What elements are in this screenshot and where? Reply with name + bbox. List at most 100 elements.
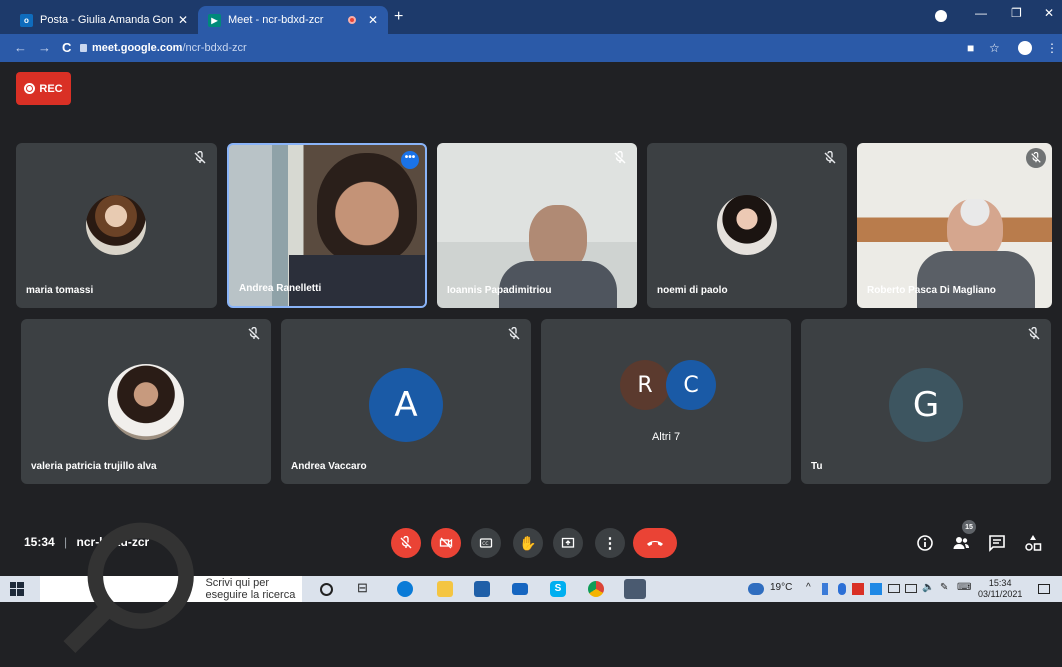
address-bar: ← → C meet.google.com/ncr-bdxd-zcr ■ ☆ ⋮: [0, 34, 1062, 62]
task-view-icon[interactable]: ⊟: [357, 580, 373, 596]
participant-video-body: [289, 255, 425, 306]
hang-up-icon: [647, 541, 663, 546]
close-tab-icon[interactable]: ✕: [178, 13, 188, 27]
camera-off-icon: [439, 537, 453, 549]
restore-button[interactable]: ❐: [1011, 6, 1022, 20]
mic-in-use-icon[interactable]: ✎: [940, 582, 948, 593]
chrome-icon[interactable]: [588, 581, 604, 597]
participant-avatar: [717, 195, 777, 255]
participant-avatar: [86, 195, 146, 255]
participant-name: maria tomassi: [26, 285, 94, 296]
mic-toggle-button[interactable]: [391, 528, 421, 558]
tab-meet[interactable]: ▶ Meet - ncr-bdxd-zcr ✕: [198, 6, 388, 34]
mail-icon[interactable]: [512, 583, 528, 595]
participant-name: noemi di paolo: [657, 285, 728, 296]
weather-temp: 19°C: [770, 582, 793, 593]
chrome-profile-icon[interactable]: [935, 10, 947, 22]
minimize-button[interactable]: —: [975, 6, 987, 20]
mic-off-icon: [508, 327, 520, 340]
present-screen-button[interactable]: [553, 528, 583, 558]
account-icon[interactable]: [1018, 41, 1032, 55]
notification-icon[interactable]: [1038, 584, 1050, 594]
participant-name: valeria patricia trujillo alva: [31, 461, 157, 472]
store-icon[interactable]: [474, 581, 490, 597]
participant-avatar-letter: R: [620, 360, 670, 410]
leave-call-button[interactable]: [633, 528, 677, 558]
recording-label: REC: [39, 82, 63, 95]
language-icon[interactable]: ⌨: [957, 582, 971, 593]
network-icon[interactable]: [905, 584, 917, 593]
mic-off-icon: [248, 327, 260, 340]
mic-off-icon: [614, 151, 626, 164]
camera-toggle-button[interactable]: [431, 528, 461, 558]
url-field[interactable]: meet.google.com/ncr-bdxd-zcr: [92, 42, 247, 54]
participant-name: Andrea Ranelletti: [239, 283, 322, 294]
participant-tile-self[interactable]: G Tu: [801, 319, 1051, 484]
participant-tile-andrea-vaccaro[interactable]: A Andrea Vaccaro: [281, 319, 531, 484]
tray-app-icon[interactable]: [852, 583, 864, 595]
hand-icon: ✋: [519, 534, 537, 551]
tray-app-icon[interactable]: [822, 583, 828, 595]
activities-icon[interactable]: [1024, 534, 1042, 552]
reload-button[interactable]: C: [62, 40, 71, 55]
participant-tile-roberto-pasca[interactable]: Roberto Pasca Di Magliano: [857, 143, 1052, 308]
tab-mail[interactable]: o Posta - Giulia Amanda Gonnella ✕: [10, 6, 198, 34]
participant-name: Andrea Vaccaro: [291, 461, 367, 472]
search-placeholder: Scrivi qui per eseguire la ricerca: [205, 577, 296, 601]
windows-start-icon[interactable]: [10, 582, 24, 596]
raise-hand-button[interactable]: ✋: [513, 528, 543, 558]
clock-date: 03/11/2021: [978, 589, 1023, 599]
active-app-icon[interactable]: [624, 579, 646, 599]
new-tab-button[interactable]: +: [394, 8, 403, 26]
participant-name: Tu: [811, 461, 823, 472]
tray-app-icon[interactable]: [870, 583, 882, 595]
participant-video-body: [917, 251, 1035, 308]
cortana-icon[interactable]: [320, 583, 333, 596]
meet-icon: ▶: [208, 13, 221, 27]
recording-indicator-icon: [347, 16, 356, 24]
participant-video: [317, 153, 417, 263]
more-options-button[interactable]: ⋮: [595, 528, 625, 558]
show-hidden-icons[interactable]: ^: [806, 582, 811, 593]
chrome-menu-icon[interactable]: ⋮: [1046, 41, 1058, 55]
more-options-icon[interactable]: •••: [401, 151, 419, 169]
people-icon[interactable]: [952, 534, 970, 552]
mic-off-icon: [1028, 327, 1040, 340]
bookmark-star-icon[interactable]: ☆: [989, 41, 1000, 55]
skype-icon[interactable]: S: [550, 581, 566, 597]
chat-icon[interactable]: [988, 534, 1006, 552]
participant-avatar-letter: C: [666, 360, 716, 410]
participant-tile-others[interactable]: R C Altri 7: [541, 319, 791, 484]
edge-icon[interactable]: [397, 581, 413, 597]
camera-in-use-icon[interactable]: ■: [967, 41, 974, 55]
participant-tile-noemi-di-paolo[interactable]: noemi di paolo: [647, 143, 847, 308]
clock-time: 15:34: [988, 578, 1012, 588]
taskbar-search-input[interactable]: Scrivi qui per eseguire la ricerca: [40, 522, 302, 654]
participant-tile-valeria-trujillo[interactable]: valeria patricia trujillo alva: [21, 319, 271, 484]
battery-icon[interactable]: [888, 584, 900, 593]
record-icon: [24, 83, 36, 94]
meeting-details-icon[interactable]: [916, 534, 934, 552]
closed-captions-icon: CC: [479, 538, 493, 548]
close-window-button[interactable]: ✕: [1044, 6, 1054, 20]
recording-button[interactable]: REC: [16, 72, 71, 105]
participant-tile-andrea-ranelletti[interactable]: ••• Andrea Ranelletti: [227, 143, 427, 308]
participant-name: Roberto Pasca Di Magliano: [867, 285, 996, 296]
captions-button[interactable]: CC: [471, 528, 501, 558]
participant-avatar-letter: G: [889, 368, 963, 442]
outlook-icon: o: [20, 13, 33, 27]
tab-mail-label: Posta - Giulia Amanda Gonnella: [40, 14, 174, 26]
bluetooth-icon[interactable]: [838, 583, 846, 595]
mic-off-icon: [400, 536, 412, 549]
participant-tile-maria-tomassi[interactable]: maria tomassi: [16, 143, 217, 308]
forward-button[interactable]: →: [38, 40, 51, 55]
back-button[interactable]: ←: [14, 40, 27, 55]
file-explorer-icon[interactable]: [437, 581, 453, 597]
browser-tab-bar: o Posta - Giulia Amanda Gonnella ✕ ▶ Mee…: [0, 0, 1062, 34]
system-clock[interactable]: 15:34 03/11/2021: [978, 578, 1022, 600]
volume-icon[interactable]: 🔈: [922, 582, 934, 593]
participant-avatar-letter: A: [369, 368, 443, 442]
close-tab-icon[interactable]: ✕: [368, 13, 378, 27]
present-screen-icon: [561, 537, 575, 548]
participant-tile-ioannis-papadimitriou[interactable]: Ioannis Papadimitriou: [437, 143, 637, 308]
